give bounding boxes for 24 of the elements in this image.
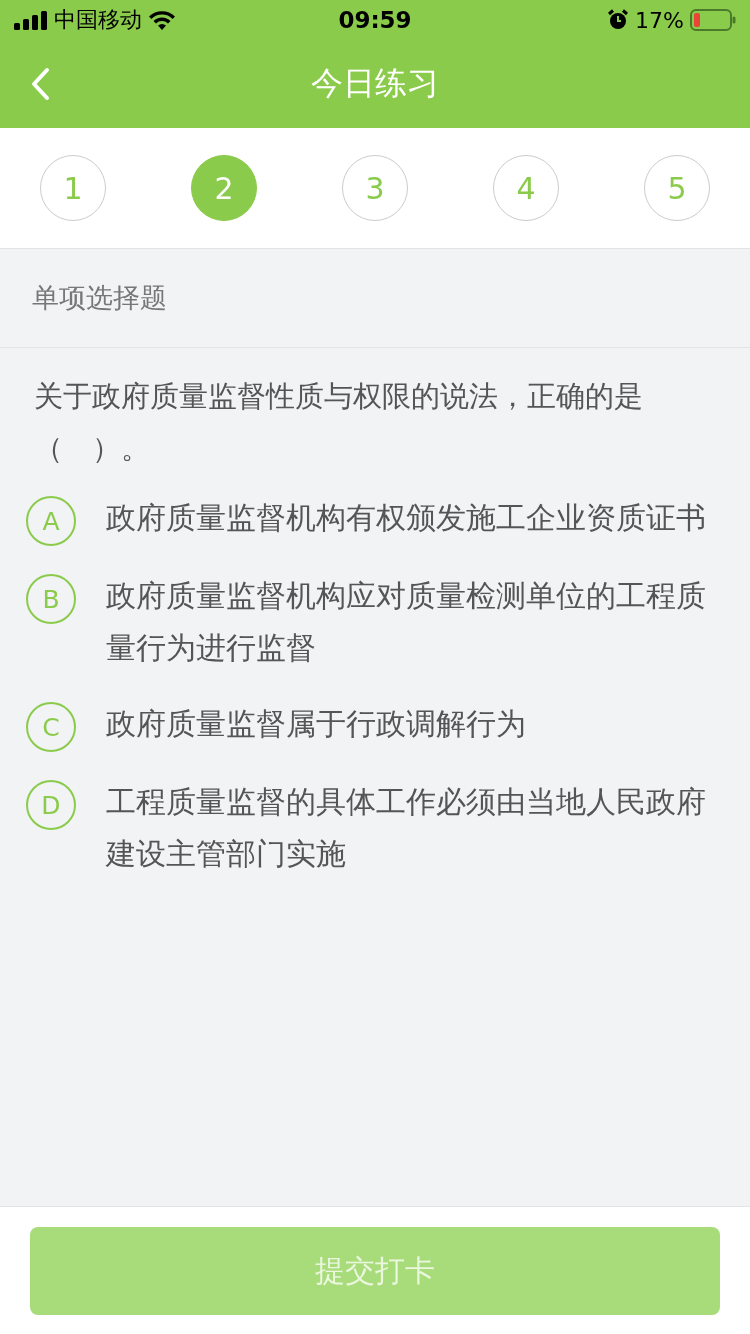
question-number-tab[interactable]: 1 (40, 155, 106, 221)
battery-icon (690, 9, 736, 31)
battery-percent: 17% (635, 7, 684, 33)
option-letter-circle[interactable]: A (26, 496, 76, 546)
carrier-name: 中国移动 (54, 6, 142, 34)
wifi-icon (148, 10, 176, 30)
back-icon[interactable] (30, 67, 50, 101)
option-text[interactable]: 政府质量监督机构应对质量检测单位的工程质量行为进行监督 (106, 570, 712, 674)
option-letter-circle[interactable]: B (26, 574, 76, 624)
status-time: 09:59 (338, 7, 412, 33)
question-number-tab[interactable]: 3 (342, 155, 408, 221)
page-title: 今日练习 (311, 63, 439, 104)
signal-icon (14, 10, 48, 30)
question-number-tab[interactable]: 2 (191, 155, 257, 221)
option-text[interactable]: 工程质量监督的具体工作必须由当地人民政府建设主管部门实施 (106, 776, 712, 880)
question-number-tab[interactable]: 5 (644, 155, 710, 221)
option-text[interactable]: 政府质量监督属于行政调解行为 (106, 698, 712, 750)
option-text[interactable]: 政府质量监督机构有权颁发施工企业资质证书 (106, 492, 712, 544)
option-letter-circle[interactable]: C (26, 702, 76, 752)
option-letter-circle[interactable]: D (26, 780, 76, 830)
alarm-clock-icon (607, 9, 630, 31)
question-text: 关于政府质量监督性质与权限的说法，正确的是（ ）。 (34, 378, 644, 467)
question-number-tab[interactable]: 4 (493, 155, 559, 221)
question-type: 单项选择题 (32, 281, 167, 315)
